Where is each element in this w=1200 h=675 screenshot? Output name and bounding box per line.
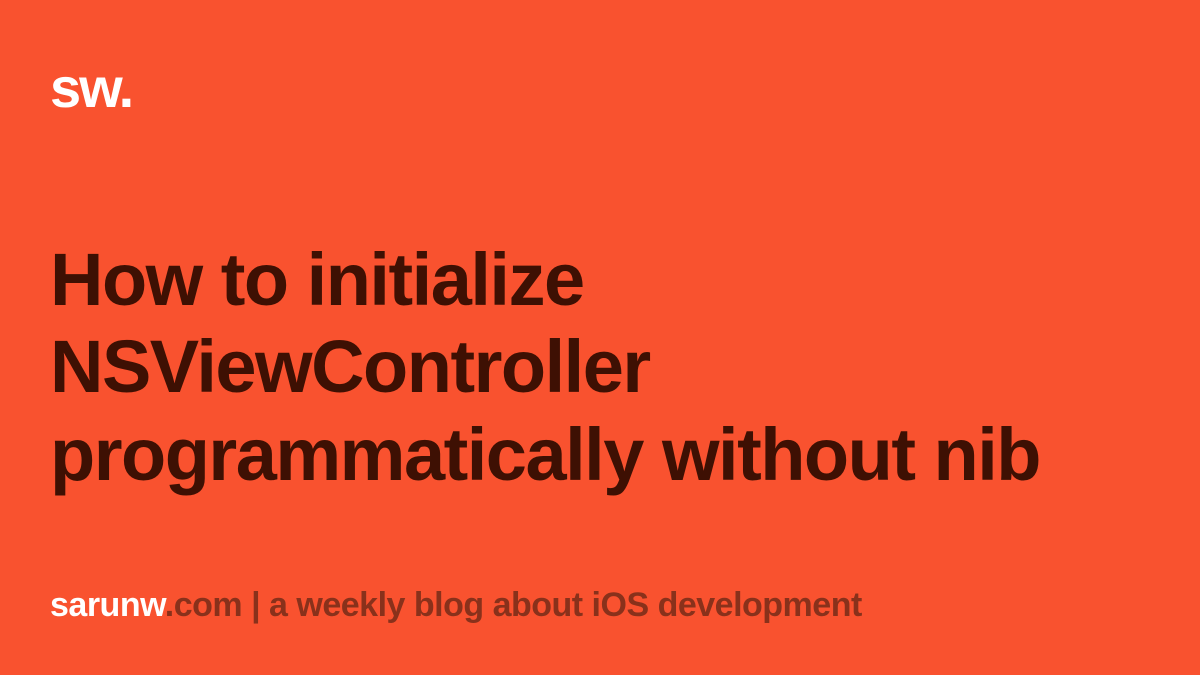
article-title: How to initialize NSViewController progr… [50,236,1150,498]
site-tagline: sarunw.com | a weekly blog about iOS dev… [50,586,1150,625]
site-name-highlight: sarunw [50,586,165,624]
site-tagline-rest: .com | a weekly blog about iOS developme… [165,586,862,624]
site-logo: sw. [50,60,1150,116]
